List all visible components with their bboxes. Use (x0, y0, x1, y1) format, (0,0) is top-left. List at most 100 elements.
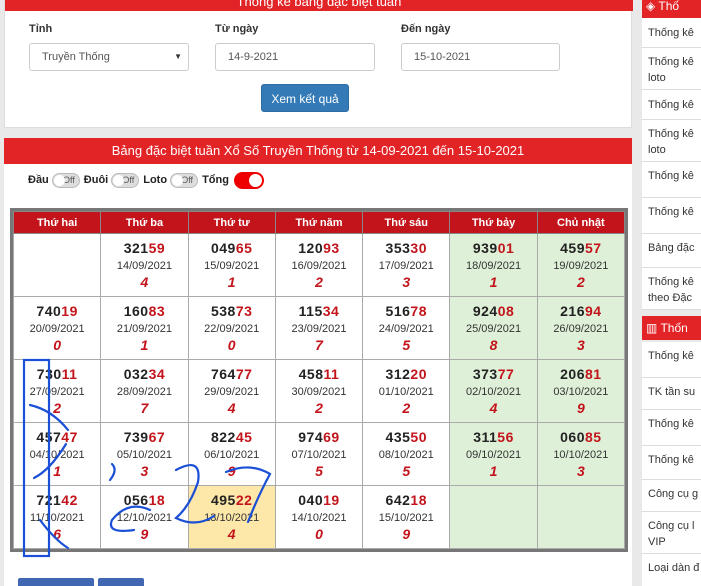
total-digit: 9 (402, 526, 411, 542)
sidebar-link[interactable]: Bảng đặc (642, 234, 701, 268)
result-cell: 73011 27/09/2021 2 (12, 359, 102, 423)
special-prize-number: 16083 (101, 303, 187, 319)
number-tail: 42 (61, 492, 78, 508)
number-tail: 50 (410, 429, 427, 445)
total-digit: 2 (53, 400, 62, 416)
draw-date: 02/10/2021 (466, 386, 522, 398)
dau-toggle[interactable]: Off (51, 172, 80, 188)
table-row: 45747 04/10/2021 1 73967 05/10/2021 3 82245 06/… (12, 422, 626, 486)
special-prize-number: 72142 (14, 492, 100, 508)
result-cell: 92408 25/09/2021 8 (449, 296, 538, 360)
special-prize-number: 73967 (101, 429, 187, 445)
special-prize-number: 31220 (363, 366, 449, 382)
facebook-share-button[interactable] (98, 578, 144, 586)
result-cell: 12093 16/09/2021 2 (274, 233, 364, 297)
sidebar-link[interactable]: Thống kê (642, 342, 701, 378)
special-prize-number: 74019 (14, 303, 100, 319)
special-prize-number: 03234 (101, 366, 187, 382)
special-prize-number: 43550 (363, 429, 449, 445)
province-label: Tỉnh (29, 23, 53, 35)
duoi-toggle[interactable]: Off (111, 172, 140, 188)
results-panel: Bảng đặc biệt tuần Xổ Số Truyền Thống từ… (4, 138, 632, 586)
sidebar-link[interactable]: Thống kê (642, 410, 701, 446)
number-tail: 93 (323, 240, 340, 256)
draw-date: 22/09/2021 (204, 323, 260, 335)
draw-date: 09/10/2021 (466, 449, 522, 461)
sidebar-link[interactable]: Thống kê (642, 446, 701, 480)
result-cell: 11534 23/09/2021 7 (274, 296, 364, 360)
special-prize-number: 53873 (189, 303, 275, 319)
from-date-input[interactable]: 14-9-2021 (215, 43, 375, 71)
result-cell: 72142 11/10/2021 6 (12, 485, 102, 549)
number-head: 216 (560, 303, 585, 319)
view-results-button[interactable]: Xem kết quả (261, 84, 349, 112)
total-digit: 3 (402, 274, 411, 290)
result-cell: 37377 02/10/2021 4 (449, 359, 538, 423)
loto-toggle[interactable]: Off (170, 172, 199, 188)
total-digit: 8 (489, 337, 498, 353)
sidebar-link[interactable]: Công cụ g (642, 480, 701, 512)
draw-date: 03/10/2021 (553, 386, 609, 398)
number-tail: 85 (584, 429, 602, 445)
facebook-like-button[interactable] (18, 578, 94, 586)
number-head: 642 (385, 492, 411, 508)
right-sidebar: ◈ Thố Thống kê Thống kê loto Thống kê Thống… (642, 0, 701, 586)
result-cell: 16083 21/09/2021 1 (100, 296, 189, 360)
total-digit: 9 (576, 400, 585, 416)
number-head: 160 (123, 303, 149, 319)
sidebar-header-2: ▥ Thốn (642, 316, 701, 340)
total-digit: 4 (489, 400, 498, 416)
result-cell: 32159 14/09/2021 4 (100, 233, 189, 297)
special-prize-number: 20681 (538, 366, 624, 382)
number-tail: 01 (497, 240, 515, 256)
table-header-row: Thứ hai Thứ ba Thứ tư Thứ năm Thứ sáu Thứ bảy… (12, 211, 626, 234)
number-tail: 22 (235, 492, 253, 508)
result-cell: 73967 05/10/2021 3 (100, 422, 189, 486)
result-cell: 45957 19/09/2021 2 (536, 233, 626, 297)
sidebar-link[interactable]: Thống kê theo Đặc (642, 268, 701, 310)
sidebar-link[interactable]: Thống kê loto (642, 120, 701, 162)
sidebar-link[interactable]: Thống kê loto (642, 48, 701, 90)
number-tail: 73 (235, 303, 253, 319)
to-date-input[interactable]: 15-10-2021 (401, 43, 560, 71)
dau-label: Đầu (28, 174, 49, 186)
number-tail: 56 (497, 429, 514, 445)
sidebar-link[interactable]: Công cụ l VIP (642, 512, 701, 554)
special-prize-number: 73011 (14, 366, 100, 382)
draw-date: 06/10/2021 (204, 449, 260, 461)
sidebar-link[interactable]: Thống kê (642, 18, 701, 48)
app-root: { "search": { "header": "Thống kê bảng đ… (0, 0, 701, 586)
draw-date: 07/10/2021 (291, 449, 347, 461)
loto-label: Loto (143, 174, 168, 186)
total-digit: 0 (227, 337, 236, 353)
total-digit: 3 (140, 463, 149, 479)
sidebar-link[interactable]: Thống kê (642, 198, 701, 234)
sidebar-link[interactable]: Thống kê (642, 162, 701, 198)
tong-toggle[interactable] (233, 171, 264, 189)
special-prize-number: 51678 (363, 303, 449, 319)
number-head: 458 (298, 366, 324, 382)
special-prize-number: 04019 (276, 492, 362, 508)
special-prize-number: 05618 (101, 492, 187, 508)
number-head: 312 (385, 366, 411, 382)
to-date-label: Đến ngày (401, 23, 451, 35)
sidebar-link[interactable]: TK tần su (642, 378, 701, 410)
province-select[interactable]: Truyền Thống ▼ (29, 43, 189, 71)
total-digit: 3 (576, 463, 585, 479)
sidebar-link[interactable]: Thống kê (642, 90, 701, 120)
number-head: 060 (560, 429, 585, 445)
draw-date: 25/09/2021 (466, 323, 522, 335)
number-tail: 67 (148, 429, 166, 445)
search-panel: Thống kê bảng đặc biệt tuần Tỉnh Truyền … (4, 0, 633, 128)
number-head: 822 (210, 429, 236, 445)
sidebar-link[interactable]: Loại dàn đ (642, 554, 701, 586)
number-head: 495 (210, 492, 236, 508)
number-tail: 34 (148, 366, 166, 382)
draw-date: 15/09/2021 (204, 260, 260, 272)
number-tail: 30 (410, 240, 427, 256)
result-cell (449, 485, 538, 549)
result-cell: 64218 15/10/2021 9 (362, 485, 451, 549)
special-prize-number: 32159 (101, 240, 187, 256)
special-prize-number: 45957 (538, 240, 624, 256)
number-head: 049 (210, 240, 236, 256)
